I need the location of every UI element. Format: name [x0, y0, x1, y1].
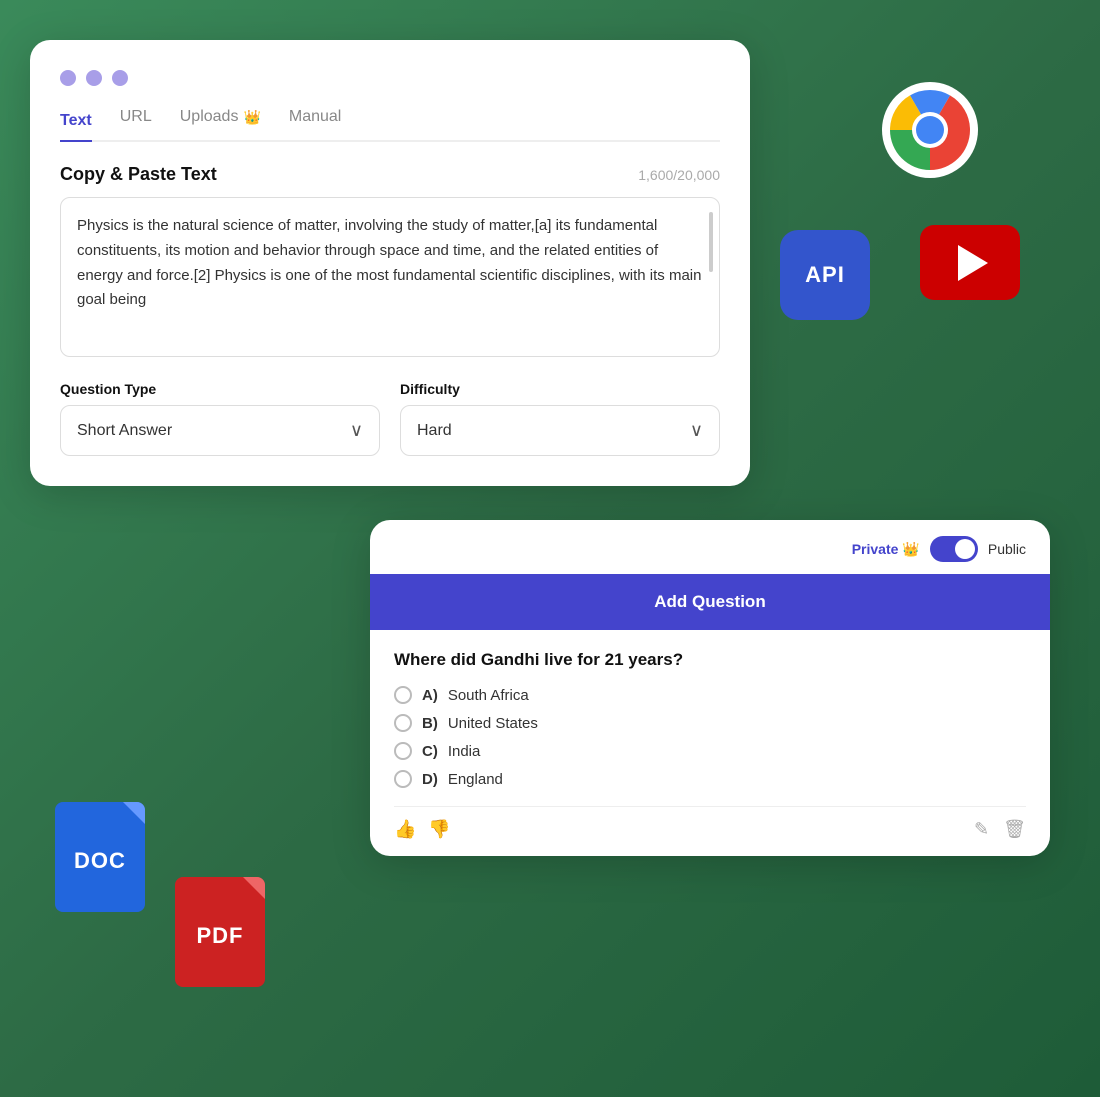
- tab-uploads[interactable]: Uploads 👑: [180, 108, 261, 132]
- youtube-icon: [920, 225, 1020, 300]
- thumbs-down-icon[interactable]: 👎: [428, 819, 450, 840]
- private-label: Private 👑: [852, 541, 920, 558]
- tabs-bar: Text URL Uploads 👑 Manual: [60, 108, 720, 142]
- thumbs-up-icon[interactable]: 👍: [394, 819, 416, 840]
- scroll-bar: [709, 212, 713, 272]
- difficulty-value: Hard: [417, 422, 452, 440]
- edit-icon[interactable]: ✎: [974, 819, 989, 840]
- option-a: A) South Africa: [394, 686, 1026, 704]
- action-icons: ✎ 🗑: [974, 819, 1026, 840]
- delete-icon[interactable]: 🗑: [1003, 819, 1026, 840]
- char-count: 1,600/20,000: [638, 167, 720, 183]
- vote-icons: 👍 👎: [394, 819, 451, 840]
- window-dots: [60, 70, 720, 86]
- options-list: A) South Africa B) United States C) Indi…: [394, 686, 1026, 788]
- chevron-down-icon: ∨: [350, 420, 363, 441]
- crown-icon-2: 👑: [902, 541, 919, 558]
- radio-b[interactable]: [394, 714, 412, 732]
- section-title: Copy & Paste Text: [60, 164, 217, 185]
- radio-a[interactable]: [394, 686, 412, 704]
- pdf-file-icon: PDF: [175, 877, 275, 997]
- pdf-corner: [243, 877, 265, 899]
- chevron-down-icon-2: ∨: [690, 420, 703, 441]
- question-type-group: Question Type Short Answer ∨: [60, 381, 380, 456]
- toggle-switch[interactable]: [930, 536, 978, 562]
- dot-2: [86, 70, 102, 86]
- pdf-shape: PDF: [175, 877, 265, 987]
- question-type-select[interactable]: Short Answer ∨: [60, 405, 380, 456]
- option-c-text: India: [448, 743, 481, 760]
- main-card: Text URL Uploads 👑 Manual Copy & Paste T…: [30, 40, 750, 486]
- difficulty-select[interactable]: Hard ∨: [400, 405, 720, 456]
- pdf-label: PDF: [197, 923, 244, 949]
- play-icon: [958, 245, 988, 281]
- doc-shape: DOC: [55, 802, 145, 912]
- option-d: D) England: [394, 770, 1026, 788]
- question-actions: 👍 👎 ✎ 🗑: [394, 806, 1026, 840]
- tab-text[interactable]: Text: [60, 108, 92, 142]
- difficulty-group: Difficulty Hard ∨: [400, 381, 720, 456]
- question-type-value: Short Answer: [77, 422, 172, 440]
- radio-d[interactable]: [394, 770, 412, 788]
- question-type-label: Question Type: [60, 381, 380, 397]
- doc-label: DOC: [74, 848, 126, 874]
- api-icon: API: [780, 230, 870, 320]
- quiz-header: Private 👑 Public: [370, 520, 1050, 574]
- dot-3: [112, 70, 128, 86]
- add-question-button[interactable]: Add Question: [370, 574, 1050, 630]
- radio-c[interactable]: [394, 742, 412, 760]
- chrome-icon: [880, 80, 980, 180]
- section-header: Copy & Paste Text 1,600/20,000: [60, 164, 720, 185]
- option-a-text: South Africa: [448, 687, 529, 704]
- dropdowns-row: Question Type Short Answer ∨ Difficulty …: [60, 381, 720, 456]
- option-c: C) India: [394, 742, 1026, 760]
- question-text: Where did Gandhi live for 21 years?: [394, 650, 1026, 670]
- option-b: B) United States: [394, 714, 1026, 732]
- difficulty-label: Difficulty: [400, 381, 720, 397]
- crown-icon: 👑: [243, 109, 260, 126]
- dot-1: [60, 70, 76, 86]
- public-label: Public: [988, 541, 1026, 557]
- question-block: Where did Gandhi live for 21 years? A) S…: [370, 630, 1050, 856]
- text-content: Physics is the natural science of matter…: [77, 214, 703, 313]
- option-b-text: United States: [448, 715, 538, 732]
- tab-manual[interactable]: Manual: [289, 108, 341, 132]
- quiz-card: Private 👑 Public Add Question Where did …: [370, 520, 1050, 856]
- doc-corner: [123, 802, 145, 824]
- text-area-box[interactable]: Physics is the natural science of matter…: [60, 197, 720, 357]
- tab-url[interactable]: URL: [120, 108, 152, 132]
- toggle-knob: [955, 539, 975, 559]
- option-d-text: England: [448, 771, 503, 788]
- doc-file-icon: DOC: [55, 802, 155, 922]
